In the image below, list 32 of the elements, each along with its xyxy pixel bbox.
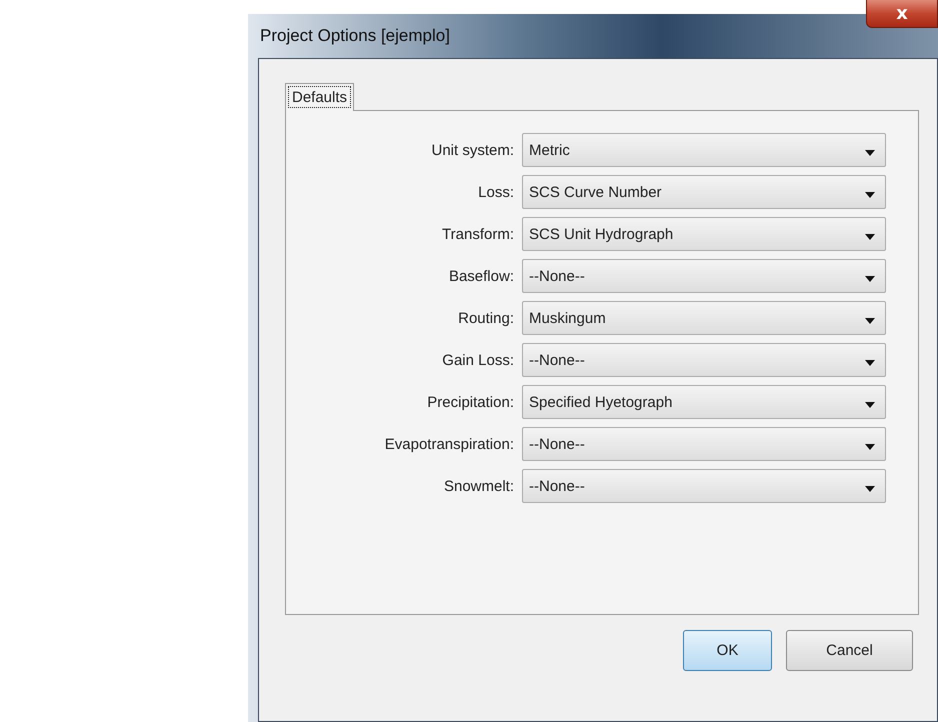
- dropdown-field[interactable]: Specified Hyetograph: [522, 385, 886, 419]
- field-label: Baseflow:: [448, 268, 515, 284]
- caret-icon: [865, 276, 875, 282]
- dropdown-field[interactable]: --None--: [522, 259, 886, 293]
- dropdown-field[interactable]: SCS Curve Number: [522, 175, 886, 209]
- caret-icon: [865, 360, 875, 366]
- caret-icon: [865, 402, 875, 408]
- field-label: Evapotranspiration:: [384, 436, 515, 452]
- caret-icon: [865, 234, 875, 240]
- dropdown-field[interactable]: --None--: [522, 469, 886, 503]
- field-label: Gain Loss:: [441, 352, 515, 368]
- dropdown-field[interactable]: SCS Unit Hydrograph: [522, 217, 886, 251]
- field-label: Routing:: [457, 310, 515, 326]
- caret-icon: [865, 444, 875, 450]
- window-title: Project Options [ejemplo]: [259, 26, 450, 46]
- tab[interactable]: Defaults: [285, 83, 354, 111]
- dropdown-field[interactable]: Muskingum: [522, 301, 886, 335]
- dropdown-field[interactable]: --None--: [522, 343, 886, 377]
- caret-icon: [865, 486, 875, 492]
- field-label: Loss:: [477, 184, 515, 200]
- dialog-button[interactable]: Cancel: [786, 630, 913, 671]
- dialog-button[interactable]: OK: [683, 630, 772, 671]
- dropdown-field[interactable]: Metric: [522, 133, 886, 167]
- field-label: Precipitation:: [426, 394, 515, 410]
- field-label: Snowmelt:: [442, 478, 515, 494]
- field-label: Unit system:: [430, 142, 515, 158]
- field-label: Transform:: [441, 226, 515, 242]
- caret-icon: [865, 150, 875, 156]
- caret-icon: [865, 192, 875, 198]
- close-button[interactable]: x: [866, 0, 938, 28]
- dropdown-field[interactable]: --None--: [522, 427, 886, 461]
- caret-icon: [865, 318, 875, 324]
